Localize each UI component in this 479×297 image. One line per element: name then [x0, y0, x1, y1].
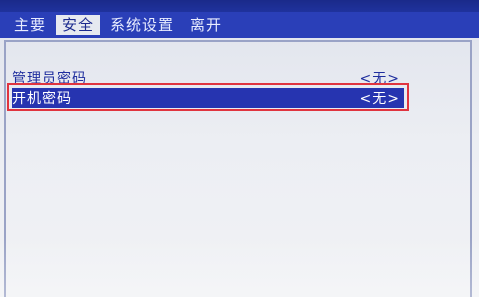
security-panel: 管理员密码 <无> 开机密码 <无>: [0, 38, 479, 297]
highlight-annotation-box: [7, 83, 409, 111]
tab-security[interactable]: 安全: [56, 15, 101, 35]
tab-main[interactable]: 主要: [8, 15, 52, 35]
tab-exit[interactable]: 离开: [184, 15, 228, 35]
tab-system-settings[interactable]: 系统设置: [104, 15, 180, 35]
bios-screen: 主要 安全 系统设置 离开 管理员密码 <无> 开机密码 <无>: [0, 0, 479, 297]
menu-bar: 主要 安全 系统设置 离开: [0, 12, 479, 38]
